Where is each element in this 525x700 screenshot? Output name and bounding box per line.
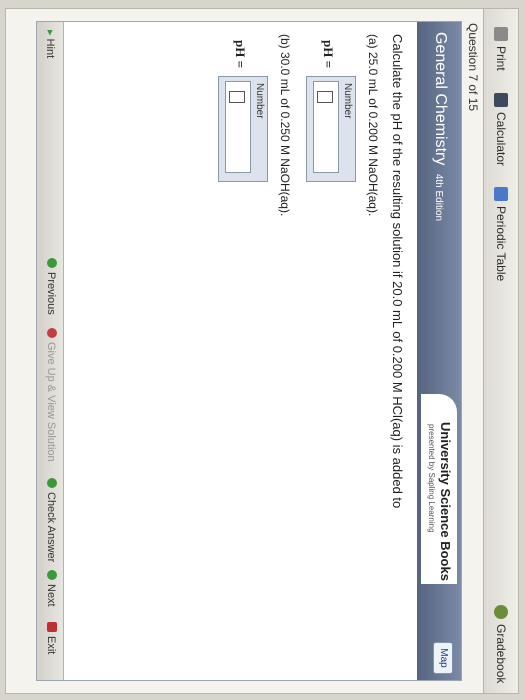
part-a-number-label: Number: [342, 83, 353, 119]
map-button[interactable]: Map: [433, 642, 453, 674]
question-counter: Question 7 of 15: [466, 23, 480, 112]
periodic-table-icon: [494, 187, 508, 201]
part-b-number-box: Number: [218, 76, 268, 182]
exit-label: Exit: [45, 636, 57, 655]
check-icon: [47, 478, 57, 488]
expand-arrow-icon: ▸: [44, 30, 56, 39]
gradebook-label: Gradebook: [494, 624, 508, 684]
course-title-line: General Chemistry 4th Edition: [431, 32, 449, 221]
sapling-window: Print Calculator Periodic Table Gradeboo…: [5, 8, 519, 694]
periodic-table-label: Periodic Table: [494, 206, 508, 282]
publisher-name: University Science Books: [438, 422, 453, 581]
part-a-number-box: Number: [306, 76, 356, 182]
give-up-icon: [47, 328, 57, 338]
give-up-button[interactable]: Give Up & View Solution: [45, 328, 57, 462]
give-up-label: Give Up & View Solution: [45, 342, 57, 462]
gradebook-icon: [494, 605, 508, 619]
map-label: Map: [438, 648, 449, 668]
rotated-screen: Print Calculator Periodic Table Gradeboo…: [0, 0, 525, 700]
question-prompt: Calculate the pH of the resulting soluti…: [390, 34, 405, 509]
question-panel: General Chemistry 4th Edition University…: [36, 21, 462, 681]
part-b-number-label: Number: [254, 83, 265, 119]
calculator-icon: [494, 93, 508, 107]
part-b-ph-input[interactable]: [225, 81, 251, 173]
next-icon: [47, 570, 57, 580]
top-toolbar: Print Calculator Periodic Table Gradeboo…: [483, 9, 518, 693]
print-button[interactable]: Print: [492, 27, 510, 71]
question-content: Calculate the pH of the resulting soluti…: [204, 34, 405, 668]
gradebook-button[interactable]: Gradebook: [492, 605, 510, 683]
check-answer-button[interactable]: Check Answer: [45, 478, 57, 562]
calculator-label: Calculator: [494, 112, 508, 167]
previous-button[interactable]: Previous: [45, 258, 57, 315]
periodic-table-button[interactable]: Periodic Table: [492, 187, 510, 281]
print-label: Print: [494, 46, 508, 71]
next-label: Next: [45, 584, 57, 607]
part-a-ph-input[interactable]: [313, 81, 339, 173]
part-a-label: (a) 25.0 mL of 0.200 M NaOH(aq).: [366, 34, 380, 217]
exit-icon: [47, 622, 57, 632]
part-b-ph-label: pH =: [233, 40, 248, 68]
hint-button[interactable]: ▸ Hint: [44, 30, 57, 58]
check-answer-label: Check Answer: [45, 492, 57, 563]
part-b-label: (b) 30.0 mL of 0.250 M NaOH(aq).: [278, 34, 292, 217]
printer-icon: [494, 27, 508, 41]
part-a-answer: pH = Number: [304, 40, 360, 668]
publisher-logo-box: University Science Books presented by Sa…: [421, 394, 457, 584]
course-edition: 4th Edition: [433, 173, 444, 222]
exit-button[interactable]: Exit: [45, 622, 57, 654]
publisher-subtitle: presented by Sapling Learning: [427, 424, 436, 533]
bottom-nav: ▸ Hint Previous Give Up & View Solution …: [37, 22, 64, 680]
part-a-ph-label: pH =: [321, 40, 336, 68]
hint-label: Hint: [44, 38, 56, 59]
course-banner: General Chemistry 4th Edition University…: [417, 22, 461, 680]
previous-icon: [47, 258, 57, 268]
previous-label: Previous: [45, 272, 57, 315]
course-title: General Chemistry: [432, 32, 449, 166]
next-button[interactable]: Next: [45, 570, 57, 607]
part-b-answer: pH = Number: [216, 40, 272, 668]
calculator-button[interactable]: Calculator: [492, 93, 510, 166]
